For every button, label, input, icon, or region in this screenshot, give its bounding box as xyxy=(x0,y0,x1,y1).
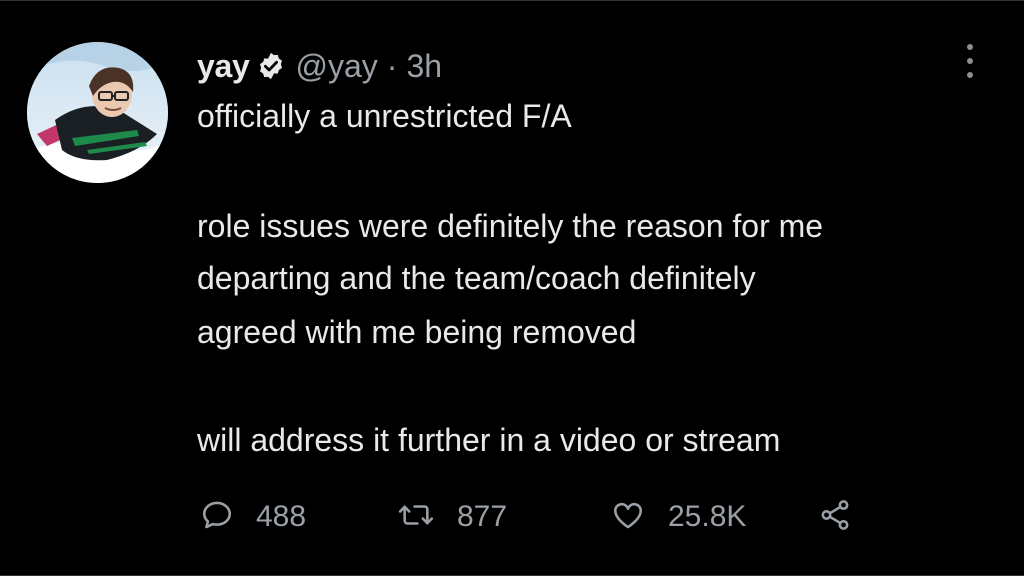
tweet-text-line: officially a unrestricted F/A xyxy=(197,98,572,134)
timestamp[interactable]: 3h xyxy=(406,48,442,85)
action-bar: 488 877 25.8K xyxy=(200,495,900,539)
reply-icon xyxy=(200,498,234,537)
tweet-text-line: will address it further in a video or st… xyxy=(197,422,781,458)
retweet-count: 877 xyxy=(457,500,508,533)
reply-count: 488 xyxy=(256,500,307,533)
share-button[interactable] xyxy=(817,495,853,539)
more-options-icon[interactable] xyxy=(958,41,982,81)
like-count: 25.8K xyxy=(668,500,747,533)
retweet-button[interactable]: 877 xyxy=(397,495,507,539)
share-icon xyxy=(817,498,853,537)
tweet-card[interactable]: yay @yay · 3h officially a unrestricted … xyxy=(0,0,1024,576)
tweet-text-line: agreed with me being removed xyxy=(197,314,637,350)
display-name[interactable]: yay xyxy=(197,48,250,85)
retweet-icon xyxy=(397,498,435,537)
like-icon xyxy=(610,498,646,537)
like-button[interactable]: 25.8K xyxy=(610,495,746,539)
tweet-text-line: role issues were definitely the reason f… xyxy=(197,208,824,244)
reply-button[interactable]: 488 xyxy=(200,495,306,539)
tweet-header: yay @yay · 3h xyxy=(197,41,442,91)
avatar[interactable] xyxy=(27,42,168,183)
verified-badge-icon xyxy=(256,51,286,81)
tweet-text-line: departing and the team/coach definitely xyxy=(197,260,756,296)
separator-dot: · xyxy=(386,47,398,84)
handle[interactable]: @yay xyxy=(296,48,378,85)
